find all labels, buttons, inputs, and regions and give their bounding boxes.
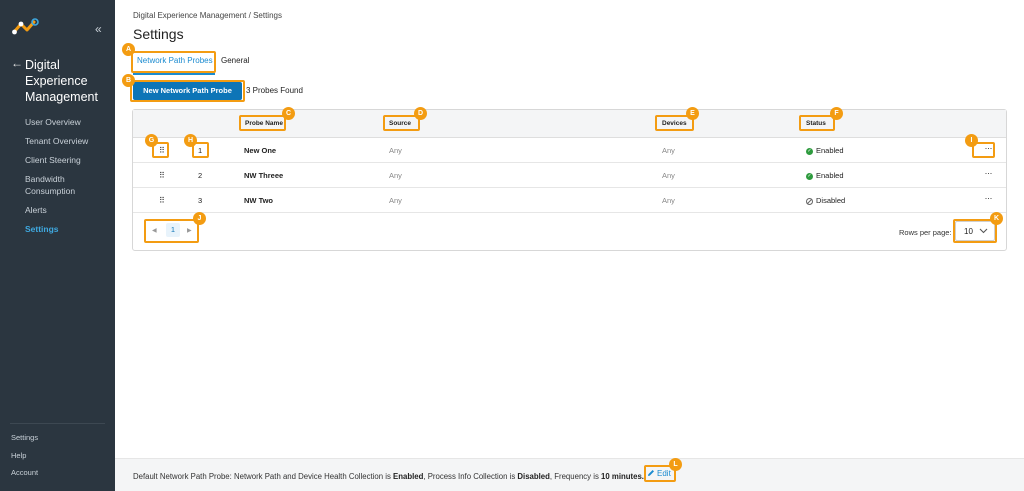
default-probe-summary: Default Network Path Probe: Network Path… bbox=[133, 472, 644, 481]
enabled-check-icon: ✓ bbox=[806, 147, 813, 155]
app-title: Digital Experience Management bbox=[25, 58, 98, 104]
callout-badge-e: E bbox=[686, 107, 699, 120]
table-row: ⠿ 3 NW Two Any Any Disabled ··· bbox=[133, 188, 1006, 213]
probe-source: Any bbox=[389, 171, 402, 180]
callout-badge-a: A bbox=[122, 43, 135, 56]
enabled-check-icon: ✓ bbox=[806, 172, 813, 180]
back-arrow-icon[interactable]: ← bbox=[11, 56, 23, 70]
status-text: Enabled bbox=[816, 171, 844, 180]
probe-devices: Any bbox=[662, 146, 675, 155]
page-number-button[interactable]: 1 bbox=[166, 223, 180, 237]
sidebar-item-settings[interactable]: Settings bbox=[0, 221, 115, 240]
rows-per-page-label: Rows per page: bbox=[899, 228, 952, 237]
pagination: ◀ 1 ▶ bbox=[146, 220, 198, 241]
column-header-devices[interactable]: Devices bbox=[662, 120, 687, 127]
callout-badge-c: C bbox=[282, 107, 295, 120]
table-header: Probe Name Source Devices Status bbox=[133, 110, 1006, 138]
pencil-icon bbox=[648, 470, 654, 476]
sidebar-item-client-steering[interactable]: Client Steering bbox=[0, 152, 115, 171]
row-actions-menu-icon[interactable]: ··· bbox=[985, 143, 993, 153]
drag-handle-icon[interactable]: ⠿ bbox=[159, 171, 165, 180]
breadcrumb: Digital Experience Management / Settings bbox=[133, 11, 282, 20]
rows-per-page-select[interactable]: 10 bbox=[955, 221, 995, 241]
callout-badge-d: D bbox=[414, 107, 427, 120]
probe-source: Any bbox=[389, 196, 402, 205]
probes-table: Probe Name Source Devices Status ⠿ 1 New… bbox=[132, 109, 1007, 251]
edit-default-probe-link[interactable]: Edit bbox=[647, 469, 671, 478]
drag-handle-icon[interactable]: ⠿ bbox=[159, 196, 165, 205]
probe-status: ✓ Enabled bbox=[806, 171, 844, 180]
app-logo-icon[interactable] bbox=[12, 18, 40, 36]
tab-general[interactable]: General bbox=[221, 56, 249, 65]
row-order: 1 bbox=[198, 146, 203, 155]
callout-badge-g: G bbox=[145, 134, 158, 147]
sidebar-item-bandwidth-consumption[interactable]: Bandwidth Consumption bbox=[0, 171, 115, 202]
column-header-probe-name[interactable]: Probe Name bbox=[245, 120, 283, 127]
callout-badge-j: J bbox=[193, 212, 206, 225]
probe-devices: Any bbox=[662, 196, 675, 205]
callout-badge-k: K bbox=[990, 212, 1003, 225]
table-row: ⠿ 1 New One Any Any ✓ Enabled ··· bbox=[133, 138, 1006, 163]
row-order: 2 bbox=[198, 171, 203, 180]
probe-source: Any bbox=[389, 146, 402, 155]
bottom-item-settings[interactable]: Settings bbox=[11, 433, 38, 451]
probe-name[interactable]: NW Two bbox=[244, 196, 273, 205]
callout-badge-b: B bbox=[122, 74, 135, 87]
callout-badge-i: I bbox=[965, 134, 978, 147]
callout-badge-h: H bbox=[184, 134, 197, 147]
chevron-down-icon bbox=[979, 228, 988, 234]
status-text: Disabled bbox=[816, 196, 846, 205]
callout-badge-l: L bbox=[669, 458, 682, 471]
active-tab-indicator bbox=[133, 73, 215, 75]
sidebar-divider bbox=[10, 423, 105, 424]
probes-found-count: 3 Probes Found bbox=[246, 86, 303, 95]
sidebar-item-user-overview[interactable]: User Overview bbox=[0, 114, 115, 133]
row-actions-menu-icon[interactable]: ··· bbox=[985, 193, 993, 203]
sidebar: « ← Digital Experience Management User O… bbox=[0, 0, 115, 491]
next-page-icon[interactable]: ▶ bbox=[187, 227, 192, 234]
previous-page-icon[interactable]: ◀ bbox=[152, 227, 157, 234]
status-text: Enabled bbox=[816, 146, 844, 155]
sidebar-item-tenant-overview[interactable]: Tenant Overview bbox=[0, 133, 115, 152]
sidebar-item-alerts[interactable]: Alerts bbox=[0, 202, 115, 221]
probe-name[interactable]: NW Threee bbox=[244, 171, 283, 180]
sidebar-nav: User Overview Tenant Overview Client Ste… bbox=[0, 114, 115, 240]
row-actions-menu-icon[interactable]: ··· bbox=[985, 168, 993, 178]
probe-status: ✓ Enabled bbox=[806, 146, 844, 155]
bottom-item-account[interactable]: Account bbox=[11, 468, 38, 486]
drag-handle-icon[interactable]: ⠿ bbox=[159, 146, 165, 155]
disabled-icon bbox=[806, 197, 813, 205]
column-header-source[interactable]: Source bbox=[389, 120, 411, 127]
page-title: Settings bbox=[133, 26, 184, 42]
new-network-path-probe-button[interactable]: New Network Path Probe bbox=[133, 82, 242, 100]
row-order: 3 bbox=[198, 196, 203, 205]
collapse-sidebar-icon[interactable]: « bbox=[95, 22, 102, 36]
tab-network-path-probes[interactable]: Network Path Probes bbox=[137, 56, 213, 65]
bottom-item-help[interactable]: Help bbox=[11, 451, 38, 469]
sidebar-bottom-nav: Settings Help Account bbox=[11, 433, 38, 486]
rows-per-page-value: 10 bbox=[964, 227, 973, 236]
default-probe-footer: Default Network Path Probe: Network Path… bbox=[115, 458, 1024, 491]
probe-devices: Any bbox=[662, 171, 675, 180]
probe-status: Disabled bbox=[806, 196, 845, 205]
callout-badge-f: F bbox=[830, 107, 843, 120]
probe-name[interactable]: New One bbox=[244, 146, 276, 155]
column-header-status[interactable]: Status bbox=[806, 120, 826, 127]
table-row: ⠿ 2 NW Threee Any Any ✓ Enabled ··· bbox=[133, 163, 1006, 188]
